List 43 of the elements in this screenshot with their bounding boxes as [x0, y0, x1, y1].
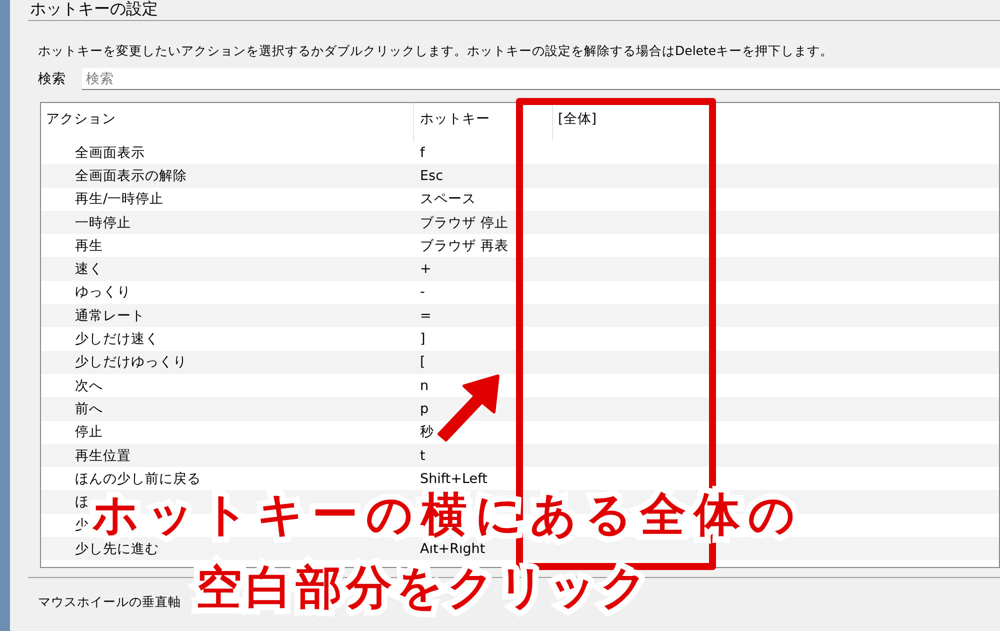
table-cell: ブラウザ 停止 — [420, 214, 508, 231]
settings-label: マウスホイールの垂直軸 — [38, 594, 181, 611]
table-cell: 秒 — [420, 424, 434, 440]
table-cell: スペース — [420, 191, 476, 208]
table-cell: 通常レート — [75, 308, 145, 324]
table-cell: - — [420, 284, 425, 300]
table-cell: [ — [420, 354, 426, 370]
table-cell: Esc — [420, 168, 443, 184]
table-cell: 全画面表示 — [75, 144, 145, 161]
table-cell: ブラウザ 再表 — [420, 238, 508, 254]
table-cell: 次へ — [75, 378, 103, 394]
table-cell: + — [420, 261, 432, 278]
table-cell: 再生/一時停止 — [75, 191, 164, 208]
column-header[interactable]: ホットキー — [414, 103, 553, 141]
table-cell: 再生位置 — [75, 448, 131, 464]
table-cell: t — [420, 448, 426, 464]
table-cell: ゆっくり — [75, 284, 131, 300]
table-cell: ほんの少し前に戻る — [75, 470, 201, 487]
table-cell: 前へ — [75, 400, 103, 417]
table-cell: 少しだけ速く — [75, 331, 159, 348]
table-cell: 停止 — [75, 424, 103, 440]
column-header[interactable]: [全体] — [553, 103, 673, 141]
table-cell: Shift+Left — [420, 470, 488, 487]
table-cell: 速く — [75, 261, 103, 278]
instruction-text: ホットキーを変更したいアクションを選択するかダブルクリックします。ホットキーの設定を解除する場合はDeleteキーを押下します。 — [38, 43, 834, 60]
table-cell: Alt+Right — [420, 540, 486, 557]
table-cell: n — [420, 378, 429, 394]
table-cell: ] — [420, 331, 426, 348]
caption-text: 空白部分をクリック — [196, 560, 651, 614]
table-cell: ほ — [75, 494, 89, 510]
search-label: 検索 — [38, 70, 67, 88]
table-cell: p — [420, 400, 429, 417]
arrow-icon — [436, 374, 502, 442]
table-cell: 少しだけゆっくり — [75, 354, 187, 370]
search-field[interactable]: 検索 — [82, 68, 1000, 90]
table-cell: = — [420, 308, 432, 324]
dialog-title: ホットキーの設定 — [30, 0, 159, 18]
table-cell: 少し先に進む — [75, 540, 159, 557]
table-cell: 全画面表示の解除 — [75, 168, 187, 184]
table-cell: f — [420, 144, 425, 161]
table-cell: 再生 — [75, 238, 103, 254]
table-cell: 一時停止 — [75, 214, 131, 231]
column-header[interactable]: アクション — [41, 103, 414, 141]
